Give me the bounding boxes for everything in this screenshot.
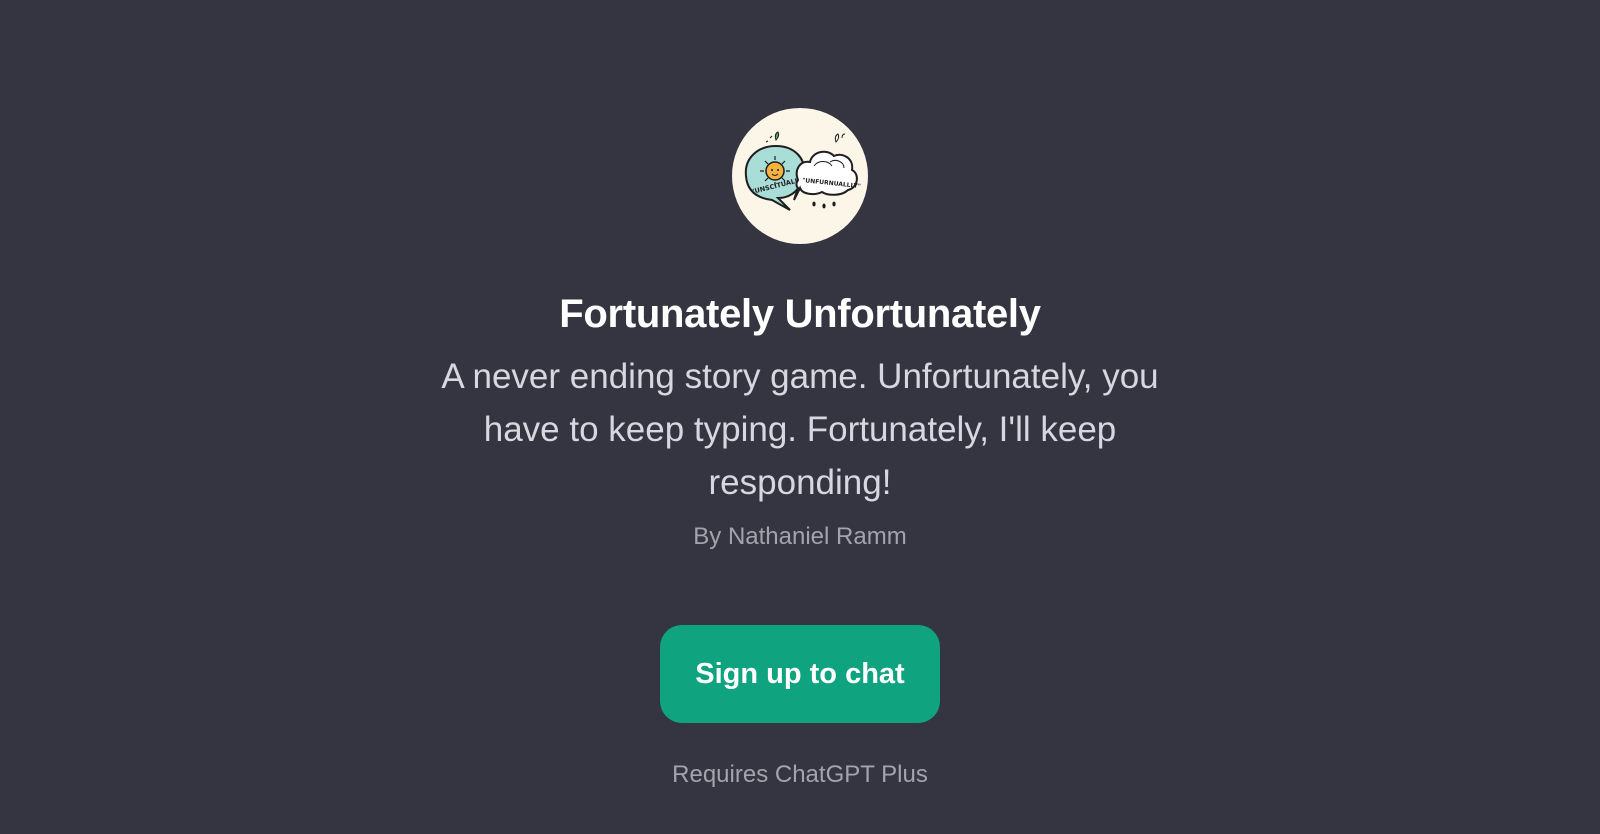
requires-plus-note: Requires ChatGPT Plus bbox=[672, 761, 928, 788]
sign-up-to-chat-button[interactable]: Sign up to chat bbox=[660, 625, 940, 723]
gpt-landing-page: "UNSCITUALLY" "UNFURNUALLLY" Fortunately… bbox=[0, 0, 1600, 834]
speech-bubbles-sun-cloud-icon: "UNSCITUALLY" "UNFURNUALLLY" bbox=[744, 131, 861, 211]
gpt-avatar: "UNSCITUALLY" "UNFURNUALLLY" bbox=[732, 108, 868, 244]
gpt-title: Fortunately Unfortunately bbox=[559, 292, 1041, 336]
gpt-description: A never ending story game. Unfortunately… bbox=[441, 357, 1159, 502]
gpt-author: By Nathaniel Ramm bbox=[693, 523, 907, 550]
